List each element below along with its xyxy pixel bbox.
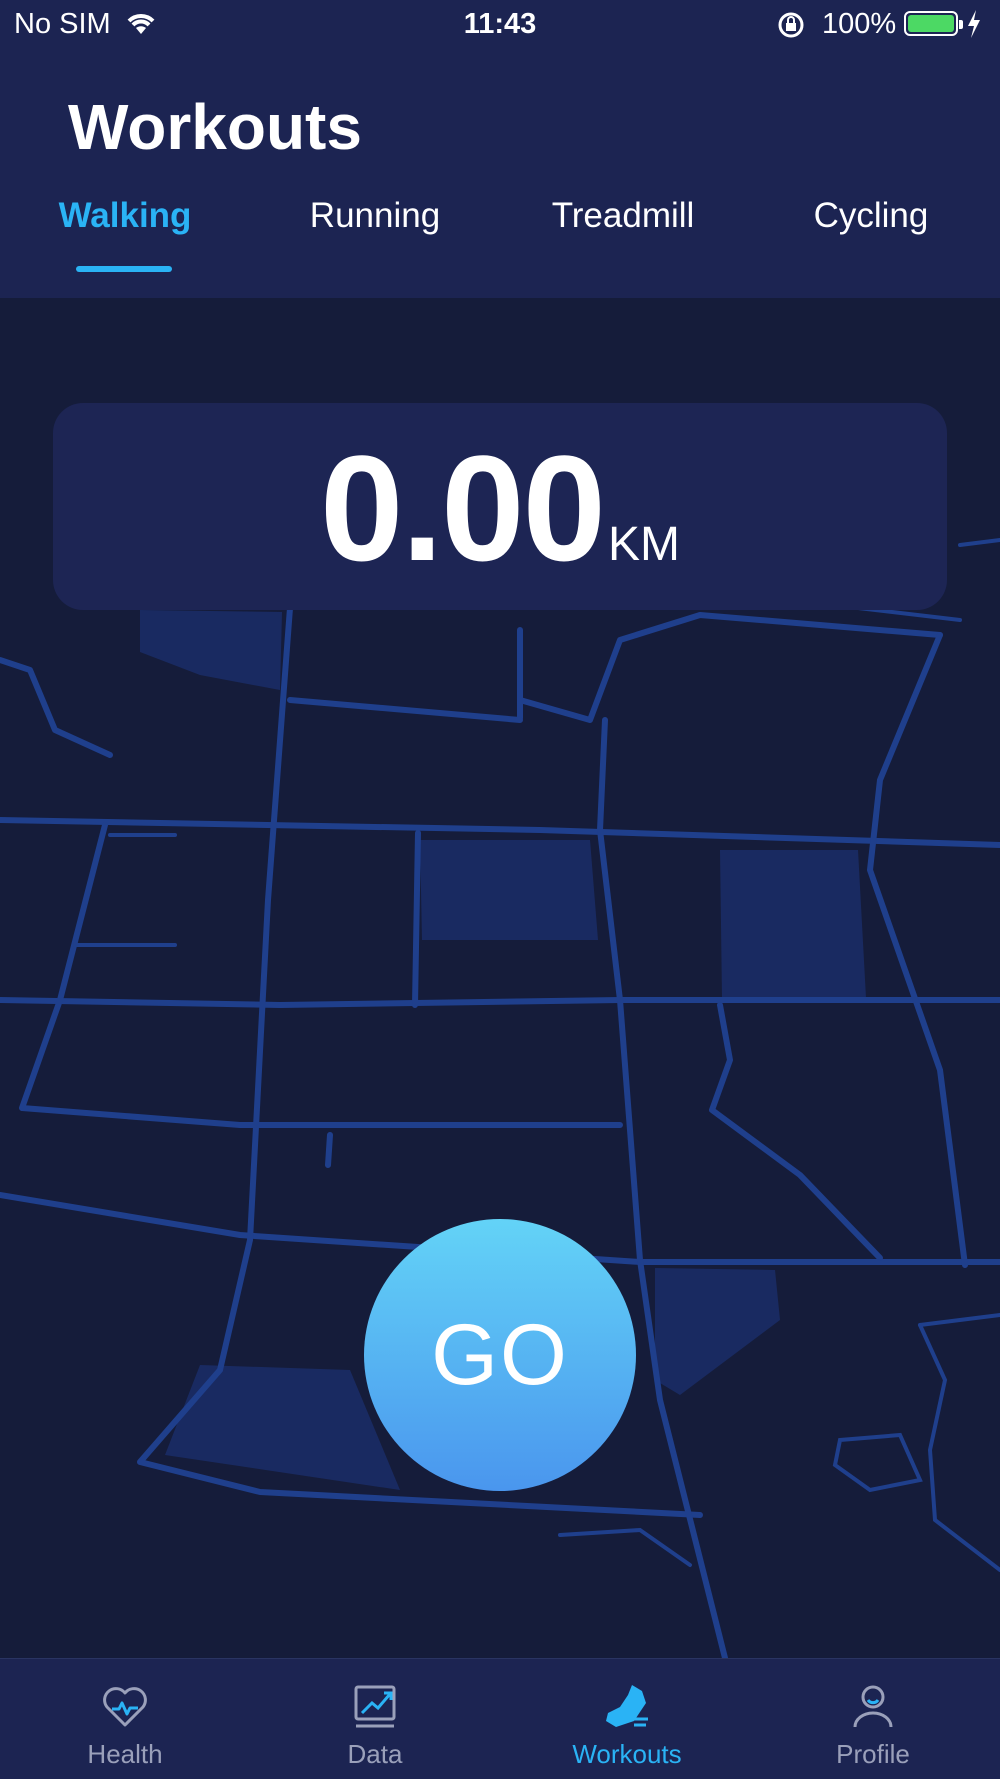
status-bar: No SIM 11:43 100% xyxy=(0,0,1000,50)
bottom-tab-bar: Health Data Workouts Profile xyxy=(0,1658,1000,1779)
distance-unit: KM xyxy=(607,518,680,571)
person-icon xyxy=(848,1681,898,1731)
tab-treadmill[interactable]: Treadmill xyxy=(498,196,748,236)
running-shoe-icon xyxy=(602,1681,652,1731)
active-tab-indicator xyxy=(76,266,172,272)
tabbar-item-workouts[interactable]: Workouts xyxy=(502,1659,752,1779)
tabbar-label: Profile xyxy=(836,1739,910,1769)
tabbar-item-health[interactable]: Health xyxy=(0,1659,250,1779)
chart-trend-icon xyxy=(350,1681,400,1731)
distance-card: 0.00KM xyxy=(53,403,947,610)
go-button[interactable]: GO xyxy=(364,1219,636,1491)
header: No SIM 11:43 100% Workouts Walking Runni… xyxy=(0,0,1000,298)
page-title: Workouts xyxy=(68,91,362,163)
battery-icon xyxy=(904,11,963,36)
orientation-lock-icon xyxy=(776,10,806,45)
tabbar-label: Workouts xyxy=(572,1739,682,1769)
heart-pulse-icon xyxy=(100,1681,150,1731)
tab-walking[interactable]: Walking xyxy=(0,196,250,236)
go-button-label: GO xyxy=(431,1306,569,1403)
tabbar-item-profile[interactable]: Profile xyxy=(748,1659,998,1779)
workout-type-tabs: Walking Running Treadmill Cycling xyxy=(0,196,1000,286)
charging-bolt-icon xyxy=(966,10,982,43)
battery-percentage: 100% xyxy=(822,8,897,40)
tabbar-label: Data xyxy=(347,1739,403,1769)
tab-running[interactable]: Running xyxy=(250,196,500,236)
distance-value: 0.00 xyxy=(320,424,606,592)
tabbar-label: Health xyxy=(87,1739,163,1769)
tab-cycling[interactable]: Cycling xyxy=(746,196,996,236)
tabbar-item-data[interactable]: Data xyxy=(250,1659,500,1779)
